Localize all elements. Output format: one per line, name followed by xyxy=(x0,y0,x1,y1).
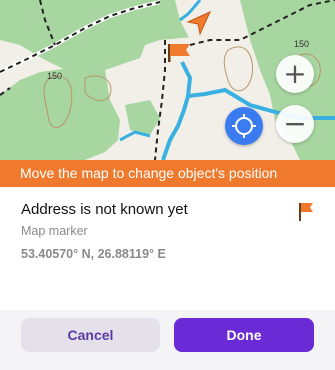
cancel-button[interactable]: Cancel xyxy=(21,318,160,352)
zoom-out-button[interactable]: − xyxy=(276,105,314,143)
contour-label: 150 xyxy=(294,39,309,49)
flag-icon xyxy=(299,203,313,221)
coordinates-label: 53.40570° N, 26.88119° E xyxy=(21,247,166,261)
address-title: Address is not known yet xyxy=(21,201,188,218)
zoom-in-button[interactable]: + xyxy=(276,55,314,93)
minus-icon: − xyxy=(283,107,307,140)
map-view[interactable]: 150 150 + − xyxy=(0,0,335,160)
crosshair-icon xyxy=(232,114,256,138)
object-type-label: Map marker xyxy=(21,224,88,238)
my-location-button[interactable] xyxy=(225,107,263,145)
contour-label: 150 xyxy=(47,71,62,81)
done-button[interactable]: Done xyxy=(174,318,314,352)
plus-icon: + xyxy=(283,57,307,90)
hint-banner: Move the map to change object's position xyxy=(0,160,335,187)
action-bar: Cancel Done xyxy=(0,310,335,370)
